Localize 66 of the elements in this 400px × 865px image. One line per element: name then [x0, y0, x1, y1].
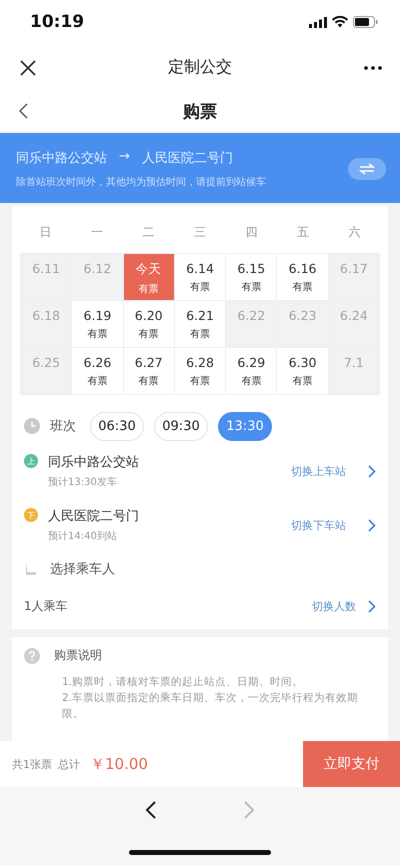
calendar-day: 6.18: [21, 301, 72, 347]
route-destination: 人民医院二号门: [142, 150, 233, 167]
page-title: 定制公交: [168, 57, 232, 78]
status-time: 10:19: [30, 12, 84, 32]
route-origin: 同乐中路公交站: [16, 150, 107, 167]
ticket-count: 共1张票: [12, 756, 52, 772]
clock-icon: [24, 418, 40, 434]
weekday-label: 一: [90, 224, 104, 241]
battery-icon: [353, 16, 378, 28]
total-price: ￥10.00: [90, 754, 148, 774]
calendar-day: 7.1: [328, 348, 379, 394]
seat-icon: [24, 561, 38, 577]
time-option[interactable]: 09:30: [154, 412, 208, 440]
close-icon[interactable]: [20, 60, 36, 76]
calendar-day[interactable]: 6.29 有票: [226, 348, 276, 394]
route-arrow: →: [119, 149, 130, 166]
time-option[interactable]: 06:30: [90, 412, 144, 440]
passenger-label: 选择乘车人: [50, 561, 115, 578]
weekday-label: 日: [38, 224, 53, 241]
calendar-day: 6.25: [21, 348, 72, 394]
calendar-day: 6.12: [72, 254, 123, 300]
help-icon: [24, 648, 40, 664]
calendar-day[interactable]: 6.21 有票: [174, 301, 226, 347]
chevron-icon[interactable]: [368, 600, 376, 612]
stop-eta: 预计13:30发车: [48, 476, 118, 489]
route-note: 除首站班次时间外，其他均为预估时间，请提前到站候车: [16, 176, 266, 189]
notes-text: 2.车票以票面指定的乘车日期、车次，一次完毕行程为有效期限。: [62, 691, 360, 722]
total-label: 总计: [58, 756, 80, 772]
notes-text: 1.购票时，请核对车票的起止站点、日期、时间。: [62, 675, 304, 690]
weekday-label: 五: [296, 224, 310, 241]
stop-name: 同乐中路公交站: [48, 454, 140, 471]
weekday-label: 四: [244, 224, 258, 241]
calendar-day[interactable]: 6.14 有票: [174, 254, 226, 300]
calendar-day[interactable]: 6.20 有票: [124, 301, 174, 347]
swap-icon: [359, 163, 375, 175]
calendar-day[interactable]: 6.19 有票: [72, 301, 123, 347]
more-icon[interactable]: [364, 66, 382, 70]
chevron-icon[interactable]: [368, 518, 376, 532]
schedule-label: 班次: [50, 418, 76, 435]
weekday-label: 二: [142, 224, 156, 241]
swap-button[interactable]: [348, 158, 386, 180]
calendar-day: 6.23: [277, 301, 328, 347]
passenger-count: 1人乘车: [24, 598, 69, 614]
calendar-day[interactable]: 6.15 有票: [226, 254, 276, 300]
screen-title: 购票: [183, 100, 217, 122]
stop-badge: 上: [24, 454, 38, 468]
stop-name: 人民医院二号门: [48, 508, 140, 525]
calendar-day: 6.11: [21, 254, 72, 300]
calendar-day: 6.24: [328, 301, 379, 347]
chevron-icon[interactable]: [368, 464, 376, 478]
calendar-day[interactable]: 6.28 有票: [174, 348, 226, 394]
stop-badge: 下: [24, 508, 38, 522]
calendar-day: 6.17: [328, 254, 379, 300]
calendar-day[interactable]: 6.27 有票: [124, 348, 174, 394]
calendar-day[interactable]: 6.30 有票: [277, 348, 328, 394]
calendar-day[interactable]: 6.16 有票: [277, 254, 328, 300]
weekday-label: 三: [192, 224, 207, 241]
calendar-day: 6.22: [226, 301, 276, 347]
wifi-icon: [332, 16, 348, 28]
stop-eta: 预计14:40到站: [48, 530, 118, 543]
back-icon[interactable]: [145, 801, 157, 819]
calendar-day[interactable]: 6.26 有票: [72, 348, 123, 394]
signal-icon: [309, 16, 327, 28]
notes-title: 购票说明: [54, 647, 102, 664]
back-icon[interactable]: [18, 103, 28, 119]
weekday-label: 六: [347, 224, 362, 241]
